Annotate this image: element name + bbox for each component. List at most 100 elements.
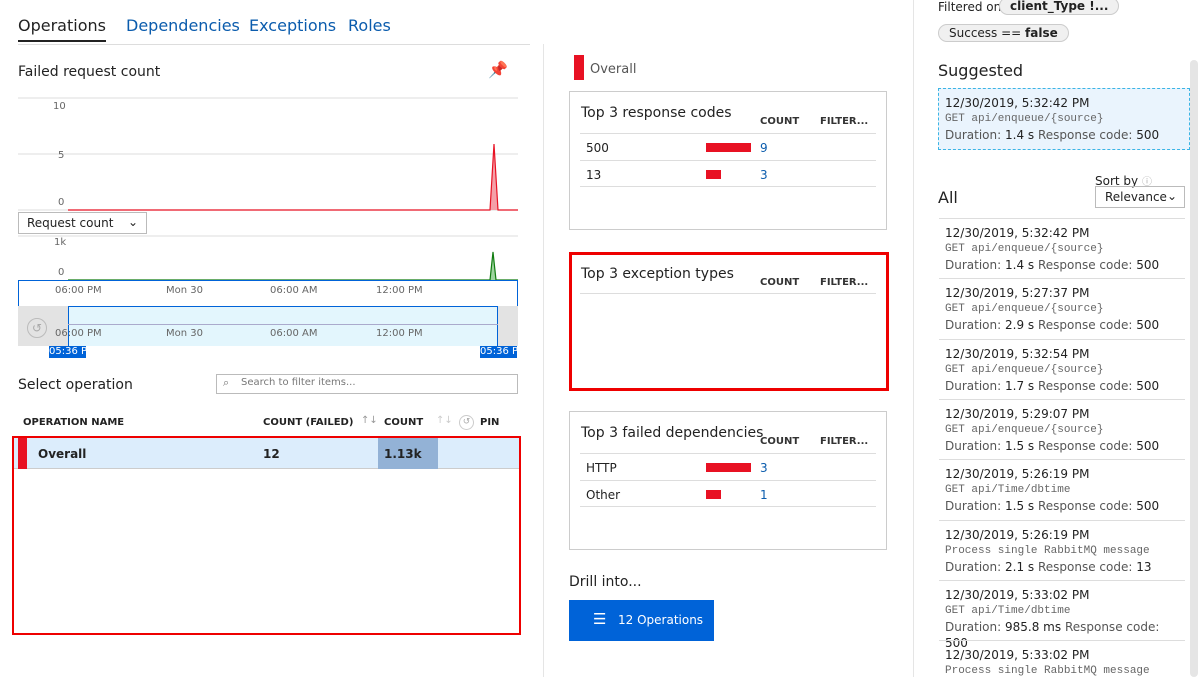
request-series-line	[68, 251, 518, 281]
result-time: 12/30/2019, 5:26:19 PM	[945, 467, 1090, 482]
result-item[interactable]: 12/30/2019, 5:26:19 PM Process single Rab…	[939, 519, 1185, 580]
duration: 2.1 s	[1005, 559, 1035, 574]
item-count[interactable]: 3	[760, 461, 768, 475]
metric-dropdown[interactable]: Request count ⌄	[18, 212, 147, 234]
list-item[interactable]: 13 3	[580, 160, 876, 187]
chevron-down-icon: ⌄	[127, 215, 138, 229]
filter-pill[interactable]: Success == false	[938, 24, 1069, 42]
result-time: 12/30/2019, 5:33:02 PM	[945, 587, 1090, 602]
result-operation: GET api/Time/dbtime	[945, 484, 1071, 497]
time-tick: 12:00 PM	[376, 285, 423, 296]
result-operation: GET api/enqueue/{source}	[945, 243, 1104, 255]
time-tick: 12:00 PM	[376, 328, 423, 339]
scrollbar[interactable]	[1190, 60, 1198, 677]
item-count[interactable]: 3	[760, 168, 768, 182]
item-name: 13	[586, 168, 602, 182]
col-operation-name[interactable]: OPERATION NAME	[23, 417, 124, 428]
tab-exceptions[interactable]: Exceptions	[249, 16, 336, 35]
pin-icon[interactable]: 📌	[488, 60, 508, 79]
divider	[580, 293, 876, 294]
result-operation: GET api/Time/dbtime	[945, 604, 1071, 617]
col-count: COUNT	[760, 116, 800, 127]
tab-dependencies[interactable]: Dependencies	[126, 16, 240, 35]
time-tick: 06:00 AM	[270, 328, 318, 339]
overall-marker	[574, 55, 584, 80]
brush-selection[interactable]	[68, 306, 498, 346]
table-row[interactable]: Overall 12 1.13k	[14, 438, 519, 469]
col-count: COUNT	[760, 277, 800, 288]
duration-label: Duration:	[945, 318, 1002, 333]
time-tick: 06:00 PM	[55, 285, 102, 296]
count-bar	[706, 490, 721, 499]
sort-value: Relevance	[1105, 190, 1167, 204]
col-count: COUNT	[760, 436, 800, 447]
button-label: 12 Operations	[618, 613, 704, 627]
time-tick: Mon 30	[166, 285, 203, 296]
pill-text: Success ==	[949, 26, 1026, 40]
item-count[interactable]: 1	[760, 488, 768, 502]
sort-icon[interactable]: ↑↓	[436, 415, 453, 426]
time-tick: 06:00 AM	[270, 285, 318, 296]
section-title: Select operation	[18, 377, 133, 393]
sort-icon[interactable]: ↑↓	[361, 415, 378, 426]
result-operation: GET api/enqueue/{source}	[945, 303, 1104, 316]
result-time: 12/30/2019, 5:32:54 PM	[945, 346, 1090, 361]
list-item[interactable]: HTTP 3	[580, 453, 876, 480]
count: 1.13k	[378, 438, 438, 469]
code: 500	[1136, 378, 1160, 393]
reset-icon[interactable]: ↺	[459, 415, 474, 430]
duration-label: Duration:	[945, 438, 1002, 453]
y-tick: 10	[53, 101, 66, 112]
result-item[interactable]: 12/30/2019, 5:27:37 PM GET api/enqueue/{s…	[939, 278, 1185, 338]
count-bar	[706, 143, 751, 152]
code: 500	[1136, 438, 1160, 453]
duration-label: Duration:	[945, 258, 1002, 272]
result-item[interactable]: 12/30/2019, 5:33:02 PM Process single Rab…	[939, 640, 1185, 700]
card-title: Top 3 response codes	[581, 105, 732, 121]
code-label: Response code:	[1064, 619, 1160, 634]
result-item[interactable]: 12/30/2019, 5:26:19 PM GET api/Time/dbtim…	[939, 459, 1185, 519]
result-item[interactable]: 12/30/2019, 5:29:07 PM GET api/enqueue/{s…	[939, 398, 1185, 459]
card-failed-dependencies: Top 3 failed dependencies COUNT FILTER..…	[569, 411, 887, 550]
result-item[interactable]: 12/30/2019, 5:32:42 PM GET api/enqueue/{s…	[939, 218, 1185, 278]
operations-drill-button[interactable]: ☰ 12 Operations	[569, 600, 714, 641]
duration: 2.9 s	[1005, 318, 1035, 333]
code: 500	[1136, 318, 1160, 333]
result-time: 12/30/2019, 5:29:07 PM	[945, 406, 1090, 421]
result-item[interactable]: 12/30/2019, 5:33:02 PM GET api/Time/dbtim…	[939, 579, 1185, 650]
overall-label: Overall	[590, 62, 637, 77]
code: 500	[1136, 499, 1160, 514]
card-title: Top 3 exception types	[581, 266, 734, 282]
result-operation: GET api/enqueue/{source}	[945, 363, 1104, 376]
sort-dropdown[interactable]: Relevance ⌄	[1095, 186, 1185, 208]
brush-start-handle[interactable]: 05:36 PM	[49, 346, 86, 358]
list-icon: ☰	[593, 610, 607, 628]
duration: 1.4 s	[1005, 128, 1035, 142]
duration: 1.5 s	[1005, 499, 1035, 514]
operation-name: Overall	[38, 447, 87, 461]
col-count[interactable]: COUNT	[384, 417, 423, 428]
col-count-failed[interactable]: COUNT (FAILED)	[263, 417, 353, 428]
code-label: Response code:	[1037, 128, 1133, 142]
suggested-result[interactable]: 12/30/2019, 5:32:42 PM GET api/enqueue/{…	[938, 88, 1190, 150]
reset-zoom-icon[interactable]: ↺	[27, 318, 47, 338]
request-count-chart	[18, 235, 518, 281]
tab-operations[interactable]: Operations	[18, 16, 106, 42]
card-response-codes: Top 3 response codes COUNT FILTER... 500…	[569, 91, 887, 230]
result-item[interactable]: 12/30/2019, 5:32:54 PM GET api/enqueue/{s…	[939, 338, 1185, 399]
filter-pill[interactable]: client_Type !...	[999, 0, 1120, 15]
result-operation: GET api/enqueue/{source}	[945, 423, 1104, 436]
item-count[interactable]: 9	[760, 141, 768, 155]
code: 13	[1136, 559, 1152, 574]
result-time: 12/30/2019, 5:27:37 PM	[945, 286, 1090, 301]
brush-end-handle[interactable]: 05:36 PM	[480, 346, 517, 358]
code-label: Response code:	[1037, 499, 1133, 514]
item-name: 500	[586, 141, 609, 155]
result-time: 12/30/2019, 5:26:19 PM	[945, 527, 1090, 542]
list-item[interactable]: 500 9	[580, 133, 876, 160]
tab-roles[interactable]: Roles	[348, 16, 391, 35]
operation-search-input[interactable]: ⌕ Search to filter items...	[216, 374, 518, 394]
result-operation: GET api/enqueue/{source}	[945, 113, 1104, 125]
list-item[interactable]: Other 1	[580, 480, 876, 507]
code-label: Response code:	[1037, 559, 1133, 574]
